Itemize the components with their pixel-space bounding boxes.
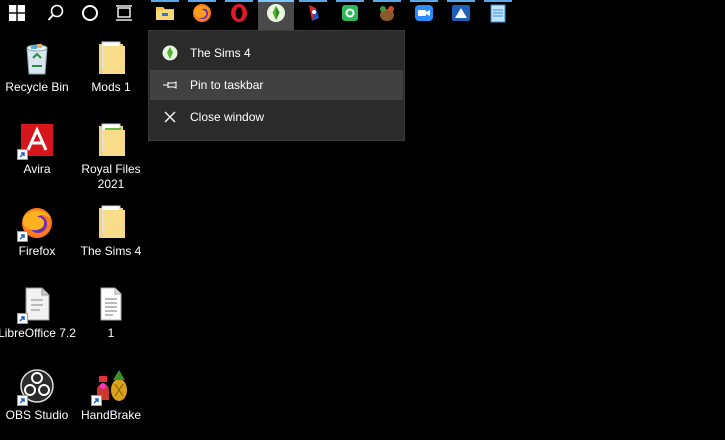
desktop-icon-the-sims-4[interactable]: The Sims 4	[75, 198, 147, 276]
close-icon	[162, 109, 178, 125]
desktop-icon-handbrake[interactable]: HandBrake	[75, 362, 147, 440]
menu-item-the-sims-4[interactable]: The Sims 4	[150, 38, 403, 68]
taskbar-app-9[interactable]	[443, 0, 479, 30]
shortcut-arrow-icon	[17, 149, 28, 160]
desktop-icon-label: Avira	[23, 162, 51, 176]
menu-item-close-window[interactable]: Close window	[150, 102, 403, 132]
taskbar-app-the-sims-4[interactable]	[258, 0, 294, 30]
shortcut-arrow-icon	[91, 395, 102, 406]
sims-plumbob-icon	[162, 45, 178, 61]
handbrake-icon	[91, 368, 129, 406]
taskbar-app-opera[interactable]	[221, 0, 257, 30]
red-blue-app-icon	[303, 3, 323, 28]
shortcut-arrow-icon	[17, 313, 28, 324]
green-app-icon	[340, 3, 360, 28]
desktop-icon-1[interactable]: 1	[75, 280, 147, 358]
task-view-button[interactable]	[107, 0, 141, 30]
opera-icon	[229, 3, 249, 28]
desktop-icon-firefox[interactable]: Firefox	[1, 198, 73, 276]
desktop-icon-royal-files-2021[interactable]: Royal Files 2021	[75, 116, 147, 194]
desktop-icon-label: Recycle Bin	[5, 80, 69, 94]
shortcut-arrow-icon	[17, 395, 28, 406]
taskbar-app-7[interactable]	[369, 0, 405, 30]
taskbar-app-5[interactable]	[295, 0, 331, 30]
desktop-icon-obs-studio[interactable]: OBS Studio	[1, 362, 73, 440]
taskbar-app-zoom[interactable]	[406, 0, 442, 30]
desktop-icon-label: Firefox	[18, 244, 56, 258]
blue-triangle-app-icon	[451, 3, 471, 28]
folder-icon	[93, 40, 129, 76]
obs-studio-icon	[17, 368, 55, 406]
menu-item-label: The Sims 4	[190, 46, 251, 60]
menu-item-label: Pin to taskbar	[190, 78, 264, 92]
folder-icon	[93, 122, 129, 158]
start-button[interactable]	[0, 0, 34, 30]
pin-icon	[162, 77, 178, 93]
desktop-icon-label: HandBrake	[80, 408, 142, 422]
taskbar-app-file-explorer[interactable]	[147, 0, 183, 30]
notepad-icon	[489, 3, 507, 28]
desktop-icon-label: 1	[107, 326, 115, 340]
recycle-bin-icon	[19, 40, 55, 76]
text-document-icon	[93, 286, 129, 322]
taskbar-jump-list: The Sims 4 Pin to taskbar Close window	[148, 30, 405, 141]
taskbar-app-6[interactable]	[332, 0, 368, 30]
desktop-icon-label: The Sims 4	[80, 244, 142, 258]
windows-start-icon	[9, 4, 25, 26]
desktop-icon-recycle-bin[interactable]: Recycle Bin	[1, 34, 73, 112]
folder-icon	[93, 204, 129, 240]
creature-app-icon	[377, 3, 397, 28]
cortana-button[interactable]	[73, 0, 107, 30]
libreoffice-icon	[17, 286, 55, 324]
avira-icon	[17, 122, 55, 160]
desktop-icon-label: OBS Studio	[5, 408, 69, 422]
desktop-icon-libreoffice[interactable]: LibreOffice 7.2	[0, 280, 76, 358]
taskbar-app-notepad[interactable]	[480, 0, 516, 30]
search-button[interactable]	[39, 0, 73, 30]
taskbar	[0, 0, 725, 30]
taskbar-app-firefox[interactable]	[184, 0, 220, 30]
firefox-icon	[192, 3, 212, 28]
task-view-icon	[115, 4, 133, 26]
menu-item-pin-to-taskbar[interactable]: Pin to taskbar	[150, 70, 403, 100]
cortana-circle-icon	[81, 4, 99, 27]
search-icon	[47, 4, 65, 27]
desktop-icon-label: Royal Files 2021	[81, 162, 141, 191]
menu-item-label: Close window	[190, 110, 265, 124]
desktop-icon-mods-1[interactable]: Mods 1	[75, 34, 147, 112]
desktop-icon-label: Mods 1	[91, 80, 131, 94]
firefox-icon	[17, 204, 55, 242]
folder-icon	[155, 4, 175, 27]
desktop-icon-avira[interactable]: Avira	[1, 116, 73, 194]
video-camera-icon	[414, 3, 434, 28]
sims-plumbob-icon	[266, 3, 286, 28]
desktop-icon-label: LibreOffice 7.2	[0, 326, 76, 340]
shortcut-arrow-icon	[17, 231, 28, 242]
